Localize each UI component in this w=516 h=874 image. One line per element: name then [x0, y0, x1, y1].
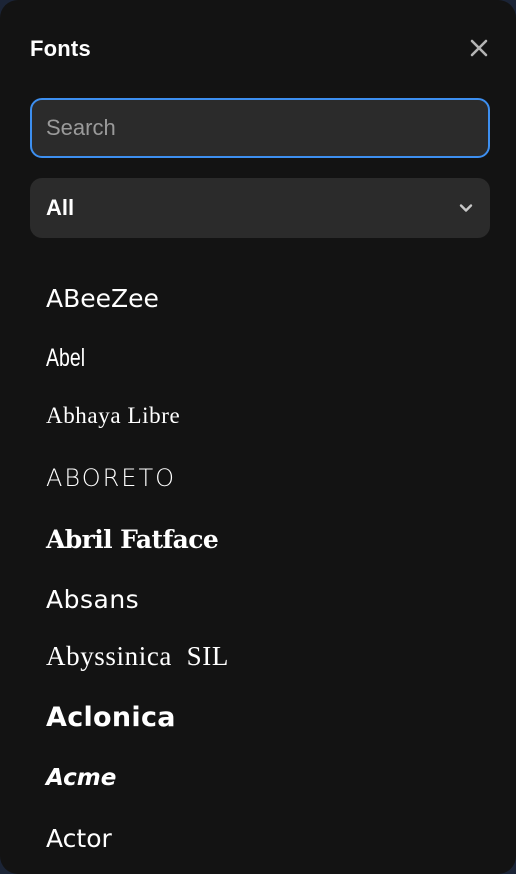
- panel-header: Fonts: [30, 34, 490, 64]
- font-item-abril-fatface[interactable]: Abril Fatface: [30, 511, 490, 567]
- font-item-abyssinica-sil[interactable]: Abyssinica SIL: [30, 628, 490, 684]
- font-item-label: Abel: [46, 343, 86, 372]
- font-item-label: Absans: [46, 584, 140, 614]
- font-item-aclonica[interactable]: Aclonica: [30, 689, 490, 745]
- font-item-label: Abril Fatface: [46, 524, 219, 554]
- panel-title: Fonts: [30, 36, 91, 61]
- fonts-panel: Fonts All ABeeZee Abel Abhaya Libre ABOR…: [0, 0, 516, 874]
- search-input[interactable]: [32, 100, 488, 156]
- font-item-actor[interactable]: Actor: [30, 810, 490, 866]
- close-button[interactable]: [468, 37, 490, 59]
- font-item-label: ABeeZee: [46, 283, 159, 313]
- font-item-absans[interactable]: Absans: [30, 571, 490, 627]
- font-item-label: Acme: [46, 765, 117, 791]
- font-item-label: Aclonica: [46, 701, 176, 733]
- font-item-abeezee[interactable]: ABeeZee: [30, 270, 490, 326]
- font-item-label: Actor: [46, 823, 112, 853]
- font-item-aboreto[interactable]: ABORETO: [30, 450, 490, 506]
- category-dropdown[interactable]: All: [30, 178, 490, 238]
- chevron-down-icon: [459, 204, 473, 212]
- font-item-label: Abyssinica SIL: [46, 640, 229, 671]
- font-item-acme[interactable]: Acme: [30, 750, 490, 806]
- search-field: [30, 98, 490, 158]
- font-item-abel[interactable]: Abel: [30, 330, 490, 386]
- font-item-label: ABORETO: [46, 464, 176, 492]
- close-icon: [470, 39, 488, 57]
- font-item-label: Abhaya Libre: [46, 403, 181, 428]
- category-selected-value: All: [46, 195, 75, 220]
- font-item-abhaya-libre[interactable]: Abhaya Libre: [30, 388, 490, 444]
